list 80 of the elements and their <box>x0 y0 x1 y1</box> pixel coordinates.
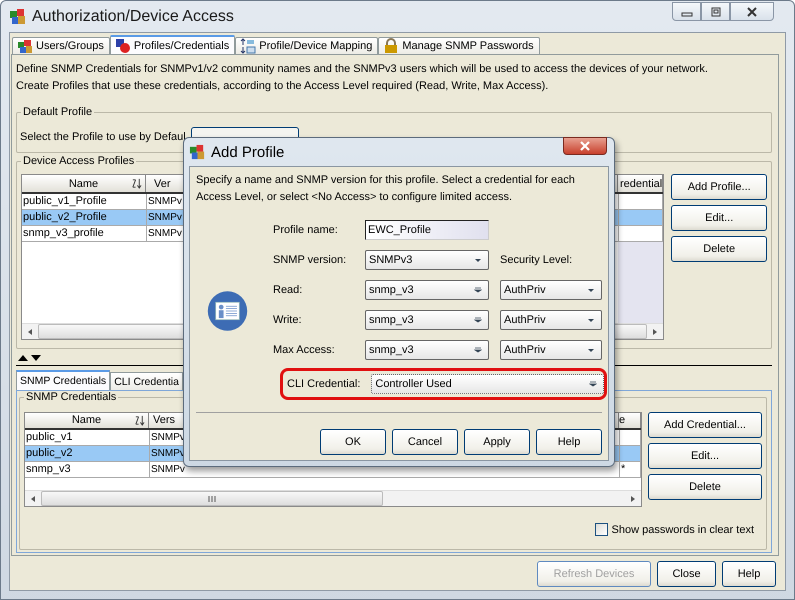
table-cell: public_v2 <box>25 446 150 462</box>
app-icon <box>189 144 206 160</box>
dropdown-arrow-icon <box>587 287 595 293</box>
scroll-left-icon[interactable] <box>29 494 37 502</box>
close-button[interactable] <box>563 137 607 155</box>
security-level-dropdown[interactable]: AuthPriv <box>500 280 602 300</box>
credential-dropdown[interactable]: snmp_v3 <box>365 340 489 360</box>
maximize-icon <box>710 6 722 16</box>
minimize-button[interactable] <box>672 2 701 21</box>
description-text: Define SNMP Credentials for SNMPv1/v2 community names and the SNMPv3 users which will be used to access the devices of your network. <box>16 62 709 77</box>
credential-dropdown[interactable]: snmp_v3 <box>365 280 489 300</box>
tab[interactable]: CLI Credentia <box>110 372 183 390</box>
group-title: SNMP Credentials <box>24 391 118 403</box>
field-label: Read: <box>273 283 304 298</box>
grip-icon <box>208 494 216 502</box>
sort-icon <box>131 178 142 189</box>
profile-name-field[interactable]: EWC_Profile <box>365 220 489 240</box>
close-button[interactable] <box>730 2 774 21</box>
app-icon <box>9 8 27 26</box>
field-label: Max Access: <box>273 343 336 358</box>
action-button[interactable]: Add Credential... <box>648 412 762 438</box>
dropdown-arrow-icon <box>587 347 595 353</box>
tab[interactable]: Manage SNMP Passwords <box>378 37 540 54</box>
dialog-button[interactable]: OK <box>320 429 386 455</box>
dialog-button[interactable]: Cancel <box>392 429 458 455</box>
checkbox[interactable] <box>594 523 608 536</box>
scroll-right-icon[interactable] <box>629 494 637 502</box>
action-button[interactable]: Add Profile... <box>671 174 768 200</box>
dropdown-arrow-icon <box>474 257 482 263</box>
mapping-icon <box>240 38 256 54</box>
dropdown-arrow-icon <box>587 317 595 323</box>
lock-icon <box>383 38 400 54</box>
tab[interactable]: Profile/Device Mapping <box>235 37 378 54</box>
close-icon <box>579 141 591 151</box>
scroll-left-icon[interactable] <box>26 328 34 336</box>
tab[interactable]: Profiles/Credentials <box>110 35 236 54</box>
window-title: Authorization/Device Access <box>32 8 234 26</box>
table-cell: public_v2_Profile <box>22 210 147 226</box>
column-header[interactable]: Name <box>25 413 149 428</box>
action-button[interactable]: Delete <box>648 474 762 500</box>
footer-button[interactable]: Help <box>722 561 776 587</box>
scrollbar-thumb[interactable] <box>41 491 383 506</box>
scroll-right-icon[interactable] <box>651 328 660 336</box>
dialog-button[interactable]: Help <box>536 429 602 455</box>
maximize-button[interactable] <box>701 2 730 21</box>
security-level-dropdown[interactable]: AuthPriv <box>500 310 602 330</box>
dialog-title: Add Profile <box>211 144 284 160</box>
close-icon <box>746 6 758 16</box>
action-button[interactable]: Edit... <box>671 205 768 231</box>
column-header[interactable]: Name <box>22 175 146 192</box>
checkbox-label: Show passwords in clear text <box>612 524 754 536</box>
cli-credential-dropdown[interactable]: Controller Used <box>371 374 604 394</box>
column-header[interactable]: redential <box>618 175 664 192</box>
group-title: Default Profile <box>21 106 94 118</box>
table-cell: * <box>621 462 626 475</box>
action-button[interactable]: Delete <box>671 236 768 262</box>
default-profile-label: Select the Profile to use by Defaul <box>20 130 186 142</box>
field-label: Security Level: <box>500 253 574 268</box>
credential-dropdown[interactable]: snmp_v3 <box>365 310 489 330</box>
dropdown-arrow-icon <box>589 381 597 387</box>
snmp-version-dropdown[interactable]: SNMPv3 <box>365 250 489 270</box>
users-icon <box>17 38 33 54</box>
dropdown-arrow-icon <box>474 347 482 353</box>
cubes-icon <box>114 38 131 54</box>
tab[interactable]: Users/Groups <box>12 37 110 54</box>
action-button[interactable]: Edit... <box>648 443 762 469</box>
group-title: Device Access Profiles <box>21 155 136 167</box>
description-text: Create Profiles that use these credentials, according to the Access Level required (Read, Write, Max Access). <box>16 79 550 94</box>
tab[interactable]: SNMP Credentials <box>16 370 110 390</box>
dropdown-arrow-icon <box>474 287 482 293</box>
dialog-button[interactable]: Apply <box>464 429 530 455</box>
field-label: Write: <box>273 313 303 328</box>
field-label: SNMP version: <box>273 253 348 268</box>
field-label: Profile name: <box>273 223 339 238</box>
dropdown-arrow-icon <box>474 317 482 323</box>
security-level-dropdown[interactable]: AuthPriv <box>500 340 602 360</box>
footer-button[interactable]: Close <box>657 561 716 587</box>
column-header[interactable]: e <box>619 413 641 428</box>
splitter-arrows-icon[interactable] <box>17 354 43 362</box>
field-label: CLI Credential: <box>287 377 360 392</box>
